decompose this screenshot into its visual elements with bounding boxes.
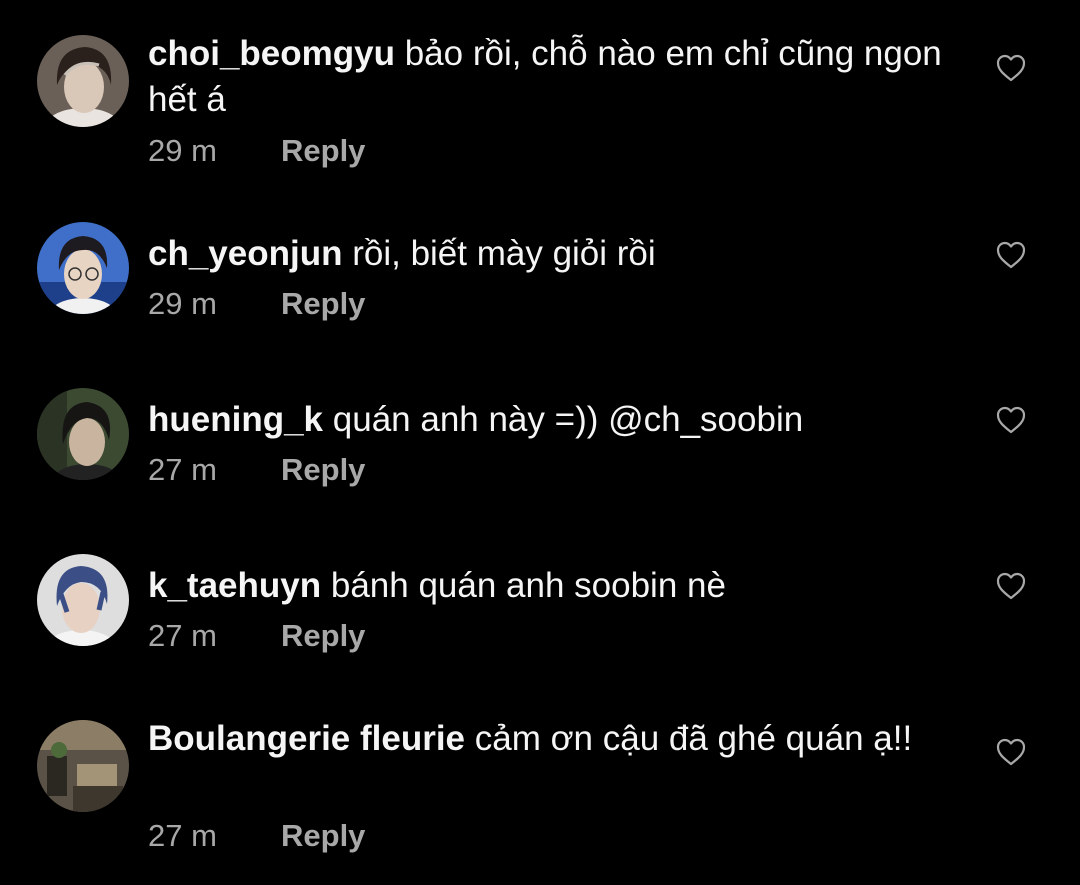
avatar-image xyxy=(37,222,129,314)
comment-meta: 27 m Reply xyxy=(148,816,365,856)
heart-outline-icon[interactable] xyxy=(996,54,1026,82)
comment-time: 27 m xyxy=(148,452,217,487)
avatar[interactable] xyxy=(37,720,129,812)
comment-username[interactable]: Boulangerie fleurie xyxy=(148,719,465,758)
comment-username[interactable]: ch_yeonjun xyxy=(148,234,342,273)
comment-body: huening_k quán anh này =)) @ch_soobin xyxy=(148,397,948,443)
comment-meta: 27 m Reply xyxy=(148,450,365,490)
heart-outline-icon[interactable] xyxy=(996,406,1026,434)
comment-time: 29 m xyxy=(148,133,217,168)
reply-button[interactable]: Reply xyxy=(281,618,365,653)
avatar[interactable] xyxy=(37,222,129,314)
avatar-image xyxy=(37,554,129,646)
comment-username[interactable]: choi_beomgyu xyxy=(148,34,395,73)
comment-text: rồi, biết mày giỏi rồi xyxy=(352,234,656,273)
comment-username[interactable]: huening_k xyxy=(148,400,323,439)
comment-time: 27 m xyxy=(148,618,217,653)
reply-button[interactable]: Reply xyxy=(281,452,365,487)
avatar[interactable] xyxy=(37,388,129,480)
comment-username[interactable]: k_taehuyn xyxy=(148,566,321,605)
comment-meta: 27 m Reply xyxy=(148,616,365,656)
reply-button[interactable]: Reply xyxy=(281,133,365,168)
avatar-image xyxy=(37,35,129,127)
comment-text: quán anh này =)) @ch_soobin xyxy=(332,400,804,439)
comment-body: ch_yeonjun rồi, biết mày giỏi rồi xyxy=(148,231,948,277)
comment-body: choi_beomgyu bảo rồi, chỗ nào em chỉ cũn… xyxy=(148,31,948,123)
comment-body: Boulangerie fleurie cảm ơn cậu đã ghé qu… xyxy=(148,716,948,762)
heart-outline-icon[interactable] xyxy=(996,738,1026,766)
comment-meta: 29 m Reply xyxy=(148,131,365,171)
heart-outline-icon[interactable] xyxy=(996,572,1026,600)
comment-body: k_taehuyn bánh quán anh soobin nè xyxy=(148,563,948,609)
avatar-image xyxy=(37,388,129,480)
comment-time: 27 m xyxy=(148,818,217,853)
reply-button[interactable]: Reply xyxy=(281,286,365,321)
heart-outline-icon[interactable] xyxy=(996,241,1026,269)
reply-button[interactable]: Reply xyxy=(281,818,365,853)
comment-meta: 29 m Reply xyxy=(148,284,365,324)
avatar[interactable] xyxy=(37,554,129,646)
avatar-image xyxy=(37,720,129,812)
comment-time: 29 m xyxy=(148,286,217,321)
avatar[interactable] xyxy=(37,35,129,127)
comment-text: cảm ơn cậu đã ghé quán ạ!! xyxy=(474,719,913,758)
comment-text: bánh quán anh soobin nè xyxy=(330,566,726,605)
